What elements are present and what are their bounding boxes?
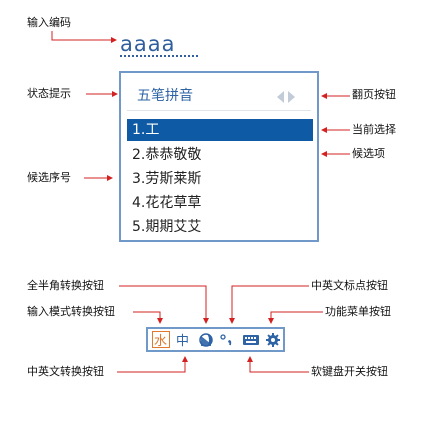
- arrow-input-code: [51, 31, 117, 43]
- arrow-function-menu: [268, 311, 323, 324]
- arrow-input-mode: [133, 311, 163, 324]
- arrow-cn-en-switch: [117, 356, 188, 373]
- callout-lines: [51, 31, 350, 373]
- arrow-full-half: [119, 285, 209, 324]
- arrow-soft-keyboard: [247, 356, 309, 373]
